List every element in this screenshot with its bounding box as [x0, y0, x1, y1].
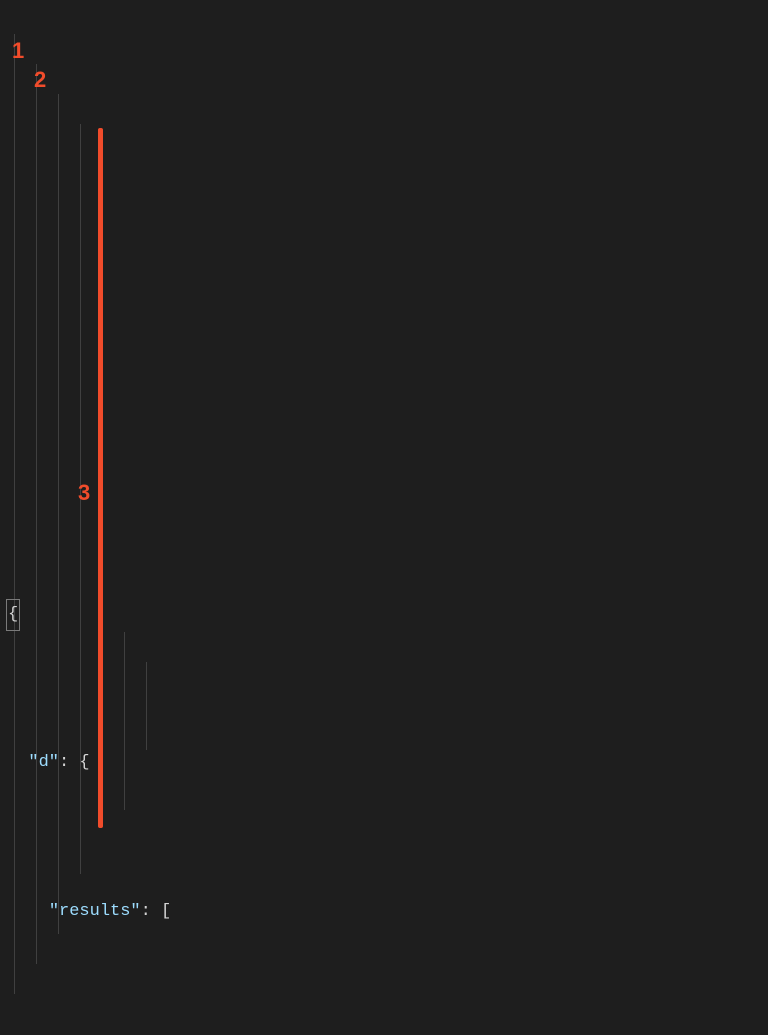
code-line: "d": { [8, 748, 768, 778]
json-key: "results" [49, 902, 141, 921]
indent-guide [36, 64, 37, 964]
indent-guide [146, 662, 147, 750]
json-key: "d" [28, 753, 59, 772]
annotation-badge-3: 3 [78, 474, 90, 513]
indent-guide [14, 34, 15, 994]
brace-open: { [6, 599, 20, 631]
annotation-bar-3 [98, 128, 103, 828]
annotation-badge-2: 2 [34, 61, 46, 100]
code-line: { [8, 599, 768, 629]
indent-guide [58, 94, 59, 934]
indent-guide [124, 632, 125, 810]
annotation-badge-1: 1 [12, 32, 24, 71]
code-editor[interactable]: 1 2 3 { "d": { "results": [ { "__metadat… [0, 0, 768, 1035]
code-line: "results": [ [8, 897, 768, 927]
